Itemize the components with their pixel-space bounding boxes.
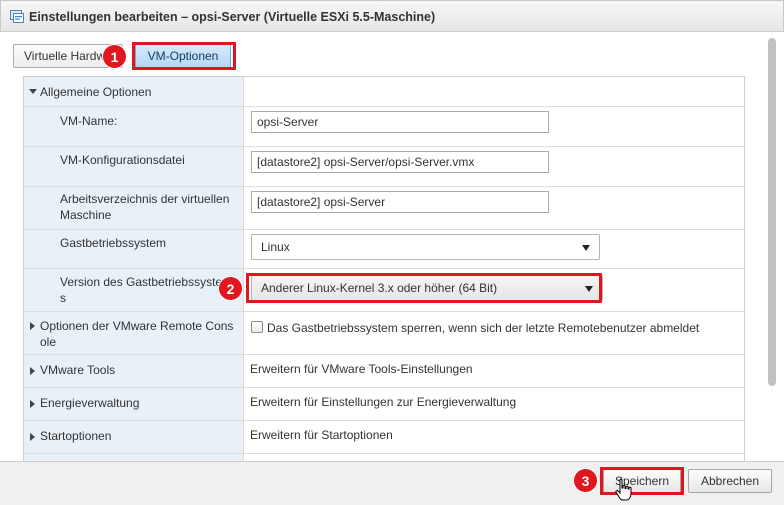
dropdown-arrow-icon	[585, 286, 593, 292]
vmware-tools-hint: Erweitern für VMware Tools-Einstellungen	[250, 362, 473, 376]
row-power-management: Energieverwaltung Erweitern für Einstell…	[24, 388, 744, 421]
config-file-input[interactable]	[251, 151, 549, 173]
vm-name-label: VM-Name:	[60, 114, 118, 128]
power-management-hint: Erweitern für Einstellungen zur Energiev…	[250, 395, 517, 409]
boot-options-label: Startoptionen	[40, 429, 112, 443]
hand-cursor-icon	[615, 478, 632, 501]
guest-os-version-select-value: Anderer Linux-Kernel 3.x oder höher (64 …	[261, 281, 498, 295]
dropdown-arrow-icon	[582, 245, 590, 251]
callout-badge-3: 3	[573, 468, 598, 493]
row-remote-console: Optionen der VMware Remote Cons ole Das …	[24, 312, 744, 355]
row-label-cell: Gastbetriebssystem	[24, 230, 244, 268]
row-label-cell: VM-Name:	[24, 107, 244, 146]
tab-vm-options[interactable]: VM-Optionen	[135, 44, 231, 68]
row-guest-os-version: Version des Gastbetriebssystem s Anderer…	[24, 269, 744, 312]
options-panel: Allgemeine Optionen VM-Name: VM-Konfigur…	[23, 76, 745, 462]
row-value-cell	[244, 147, 744, 186]
row-guest-os: Gastbetriebssystem Linux	[24, 230, 744, 269]
row-label-cell[interactable]: VMware Tools	[24, 355, 244, 387]
callout-badge-1: 1	[102, 44, 127, 69]
expand-triangle-icon[interactable]	[30, 367, 35, 375]
section-label-cell: Allgemeine Optionen	[24, 77, 244, 106]
expand-triangle-icon[interactable]	[30, 400, 35, 408]
vmware-tools-label: VMware Tools	[40, 363, 116, 377]
row-boot-options: Startoptionen Erweitern für Startoptione…	[24, 421, 744, 454]
dialog-title: Einstellungen bearbeiten – opsi-Server (…	[29, 10, 436, 24]
guest-os-select-value: Linux	[261, 240, 290, 254]
working-dir-input[interactable]	[251, 191, 549, 213]
row-vm-name: VM-Name:	[24, 107, 744, 147]
lock-guest-os-checkbox-label: Das Gastbetriebssystem sperren, wenn sic…	[267, 321, 700, 335]
row-value-cell: Das Gastbetriebssystem sperren, wenn sic…	[244, 312, 744, 354]
row-config-file: VM-Konfigurationsdatei	[24, 147, 744, 187]
guest-os-label: Gastbetriebssystem	[60, 236, 167, 250]
guest-os-version-select[interactable]: Anderer Linux-Kernel 3.x oder höher (64 …	[251, 275, 603, 301]
row-value-cell: Erweitern für Einstellungen zur Energiev…	[244, 388, 744, 420]
row-value-cell: Linux	[244, 230, 744, 268]
row-value-cell: Erweitern für VMware Tools-Einstellungen	[244, 355, 744, 387]
working-dir-label-line2: Maschine	[60, 208, 112, 222]
row-vmware-tools: VMware Tools Erweitern für VMware Tools-…	[24, 355, 744, 388]
row-value-cell: Anderer Linux-Kernel 3.x oder höher (64 …	[244, 269, 744, 311]
row-label-cell[interactable]: Startoptionen	[24, 421, 244, 453]
scrollbar-thumb[interactable]	[768, 38, 776, 386]
guest-os-version-label-line2: s	[60, 291, 66, 305]
row-label-cell: Arbeitsverzeichnis der virtuellen Maschi…	[24, 187, 244, 229]
row-value-cell: Erweitern für Startoptionen	[244, 421, 744, 453]
row-label-cell[interactable]: Optionen der VMware Remote Cons ole	[24, 312, 244, 354]
config-file-label: VM-Konfigurationsdatei	[60, 153, 185, 167]
row-label-cell: VM-Konfigurationsdatei	[24, 147, 244, 186]
section-general-options[interactable]: Allgemeine Optionen	[24, 77, 744, 107]
row-working-dir: Arbeitsverzeichnis der virtuellen Maschi…	[24, 187, 744, 230]
callout-badge-2: 2	[218, 276, 243, 301]
remote-console-label-line1: Optionen der VMware Remote Cons	[40, 319, 234, 333]
cancel-button[interactable]: Abbrechen	[688, 469, 772, 493]
row-value-cell	[244, 187, 744, 229]
section-general-options-label: Allgemeine Optionen	[40, 85, 152, 99]
row-label-cell[interactable]: Energieverwaltung	[24, 388, 244, 420]
row-value-cell	[244, 107, 744, 146]
power-management-label: Energieverwaltung	[40, 396, 140, 410]
boot-options-hint: Erweitern für Startoptionen	[250, 428, 393, 442]
vm-name-input[interactable]	[251, 111, 549, 133]
working-dir-label-line1: Arbeitsverzeichnis der virtuellen	[60, 192, 230, 206]
guest-os-version-label-line1: Version des Gastbetriebssystem	[60, 275, 233, 289]
expand-triangle-icon[interactable]	[30, 322, 35, 330]
guest-os-select[interactable]: Linux	[251, 234, 600, 260]
expand-triangle-icon[interactable]	[29, 89, 37, 94]
row-label-cell: Version des Gastbetriebssystem s	[24, 269, 244, 311]
expand-triangle-icon[interactable]	[30, 433, 35, 441]
remote-console-label-line2: ole	[40, 335, 57, 349]
lock-guest-os-checkbox[interactable]	[251, 321, 263, 333]
vm-settings-icon	[10, 10, 24, 23]
dialog-titlebar: Einstellungen bearbeiten – opsi-Server (…	[0, 0, 784, 32]
